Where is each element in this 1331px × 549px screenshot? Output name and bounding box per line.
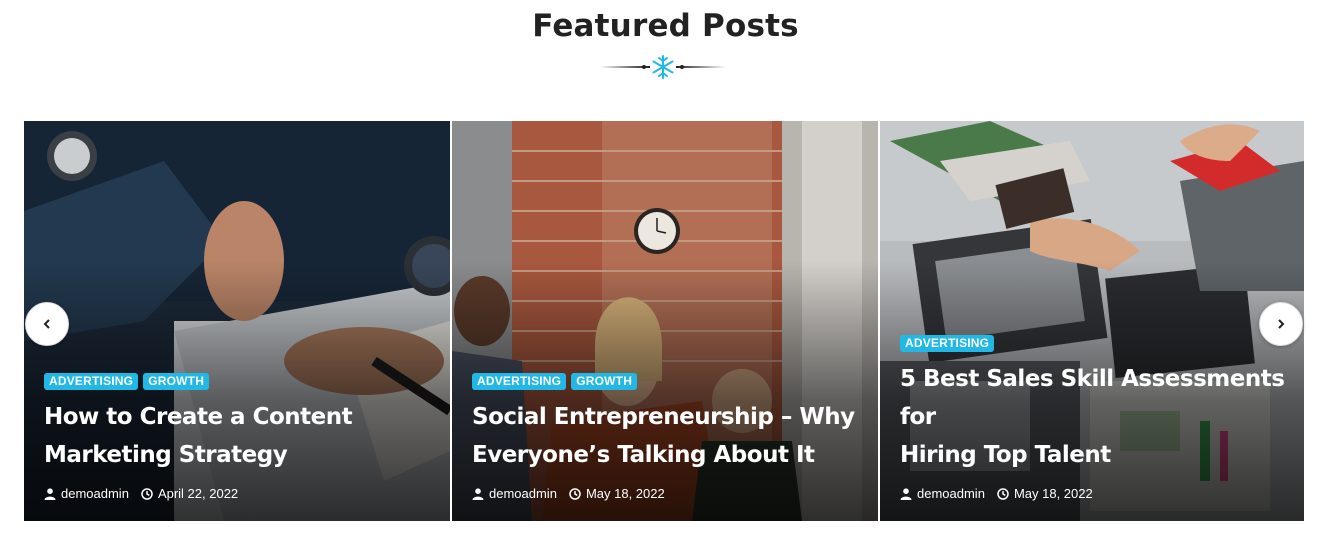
post-author[interactable]: demoadmin <box>44 486 129 501</box>
post-date[interactable]: April 22, 2022 <box>141 486 238 501</box>
post-title[interactable]: 5 Best Sales Skill Assessments for Hirin… <box>900 360 1286 474</box>
tag-advertising[interactable]: ADVERTISING <box>900 335 995 352</box>
user-icon <box>472 487 484 500</box>
post-date[interactable]: May 18, 2022 <box>569 486 665 501</box>
chevron-right-icon <box>1278 319 1285 329</box>
tag-advertising[interactable]: ADVERTISING <box>472 373 567 390</box>
snowflake-icon <box>600 55 726 79</box>
featured-posts-slider: ADVERTISING GROWTH How to Create a Conte… <box>24 121 1304 521</box>
slider-prev-button[interactable] <box>25 302 69 346</box>
clock-icon <box>569 487 581 500</box>
post-card[interactable]: ADVERTISING 5 Best Sales Skill Assessmen… <box>880 121 1304 521</box>
user-icon <box>44 487 56 500</box>
slider-next-button[interactable] <box>1259 302 1303 346</box>
chevron-left-icon <box>43 319 50 329</box>
tag-growth[interactable]: GROWTH <box>143 373 210 390</box>
clock-icon <box>997 487 1009 500</box>
post-date[interactable]: May 18, 2022 <box>997 486 1093 501</box>
post-title[interactable]: How to Create a Content Marketing Strate… <box>44 398 432 474</box>
tag-growth[interactable]: GROWTH <box>571 373 638 390</box>
post-card[interactable]: ADVERTISING GROWTH Social Entrepreneursh… <box>452 121 878 521</box>
tag-advertising[interactable]: ADVERTISING <box>44 373 139 390</box>
post-title[interactable]: Social Entrepreneurship – Why Everyone’s… <box>472 398 860 474</box>
post-author[interactable]: demoadmin <box>472 486 557 501</box>
section-title: Featured Posts <box>532 8 799 44</box>
post-card[interactable]: ADVERTISING GROWTH How to Create a Conte… <box>24 121 450 521</box>
user-icon <box>900 487 912 500</box>
post-author[interactable]: demoadmin <box>900 486 985 501</box>
clock-icon <box>141 487 153 500</box>
